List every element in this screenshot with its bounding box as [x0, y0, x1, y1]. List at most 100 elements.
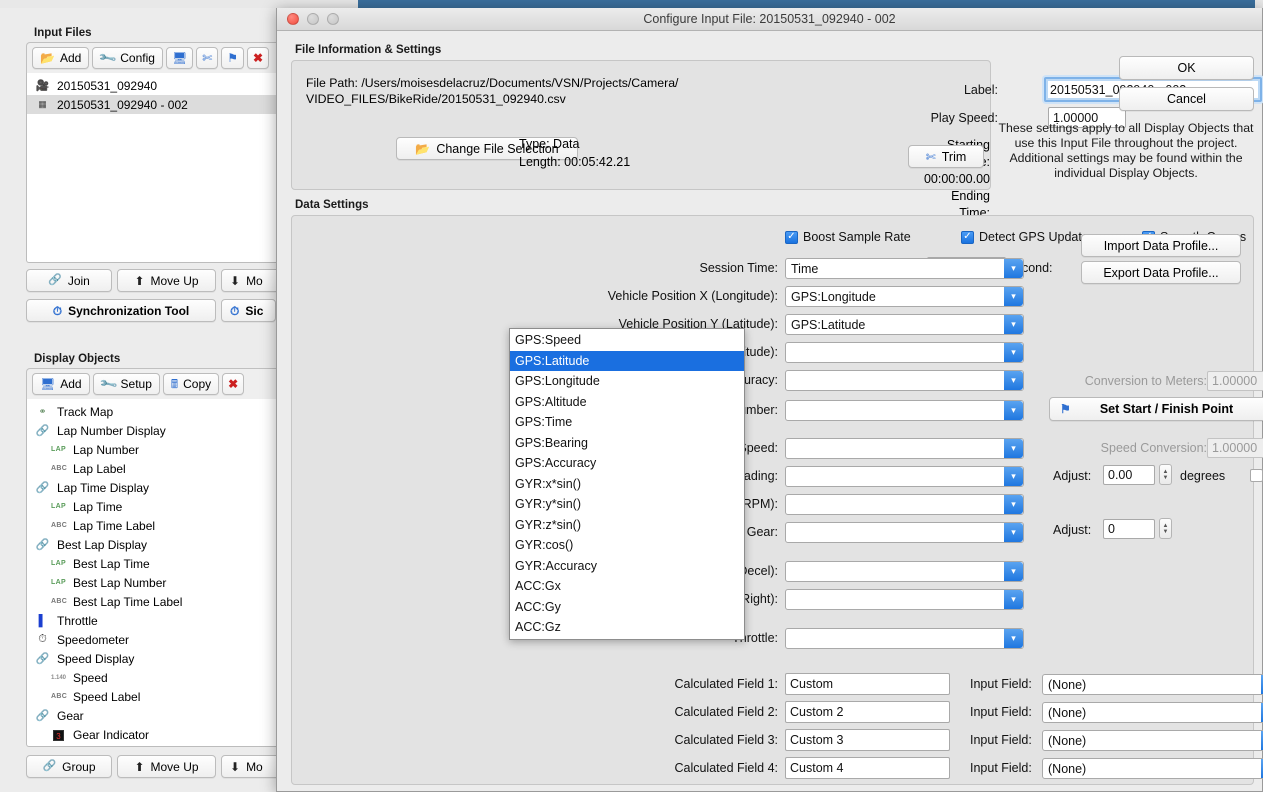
dropdown-option[interactable]: GPS:Time [510, 412, 744, 433]
dropdown-option[interactable]: ACC:Gz [510, 617, 744, 638]
input-field-label: Input Field: [970, 677, 1032, 691]
dropdown-option[interactable]: GPS:Altitude [510, 392, 744, 413]
list-item[interactable]: LAP Best Lap Number [27, 573, 281, 592]
field-dropdown-menu[interactable]: GPS:Speed GPS:Latitude GPS:Longitude GPS:Al… [509, 328, 745, 640]
dropdown-option[interactable]: GYR:x*sin() [510, 474, 744, 495]
synchronization-tool-button[interactable]: ⏱ Synchronization Tool [26, 299, 216, 322]
list-item[interactable]: ▦ 20150531_092940 - 002 [27, 95, 281, 114]
field-select[interactable]: ▾ [785, 522, 1024, 543]
field-select[interactable]: ▾ [785, 628, 1024, 649]
input-files-add-display-button[interactable]: 🖥 [165, 47, 194, 69]
dropdown-option[interactable]: GPS:Speed [510, 330, 744, 351]
conversion-to-meters-input[interactable]: 1.00000 [1207, 371, 1263, 391]
dropdown-option[interactable]: GYR:Accuracy [510, 556, 744, 577]
field-select[interactable]: ▾ [785, 466, 1024, 487]
list-item[interactable]: Gear Background [27, 744, 281, 746]
display-delete-button[interactable]: ✖ [222, 373, 245, 395]
input-file-name: 20150531_092940 [57, 78, 158, 93]
reverse-checkbox[interactable]: ✓ Reverse [1250, 468, 1263, 482]
display-move-down-button[interactable]: ⬇ Mo [221, 755, 281, 778]
display-object-label: Gear Indicator [73, 727, 150, 742]
list-item[interactable]: 🔗 Lap Time Display [27, 478, 281, 497]
input-field-select[interactable]: (None)▾ [1042, 730, 1263, 751]
list-item[interactable]: 3 Gear Indicator [27, 725, 281, 744]
field-select[interactable]: ▾ [785, 342, 1024, 363]
list-item[interactable]: ⚭ Track Map [27, 402, 281, 421]
calculated-field-name-input[interactable]: Custom 2 [785, 701, 950, 723]
dropdown-option[interactable]: GYR:y*sin() [510, 494, 744, 515]
field-select[interactable]: GPS:Latitude ▾ [785, 314, 1024, 335]
input-field-select[interactable]: (None)▾ [1042, 702, 1263, 723]
display-add-button[interactable]: 🖥 Add [32, 373, 90, 395]
list-item[interactable]: 🔗 Lap Number Display [27, 421, 281, 440]
input-files-add-button[interactable]: 📂 Add [32, 47, 90, 69]
dropdown-option[interactable]: GYR:z*sin() [510, 515, 744, 536]
input-field-select[interactable]: (None)▾ [1042, 758, 1263, 779]
list-item[interactable]: 🎥 20150531_092940 [27, 76, 281, 95]
group-button[interactable]: 🔗 Group [26, 755, 112, 778]
dropdown-option[interactable]: GPS:Accuracy [510, 453, 744, 474]
input-files-list[interactable]: 🎥 20150531_092940 ▦ 20150531_092940 - 00… [26, 73, 282, 263]
list-item[interactable]: 🔗 Best Lap Display [27, 535, 281, 554]
speed-conversion-input[interactable]: 1.00000 [1207, 438, 1263, 458]
input-files-delete-button[interactable]: ✖ [247, 47, 270, 69]
ok-button[interactable]: OK [1119, 56, 1254, 80]
add-display-icon: 🖥 [40, 377, 56, 391]
input-files-config-button[interactable]: 🔧 Config [92, 47, 163, 69]
input-files-startfinish-button[interactable]: ⚑ [221, 47, 245, 69]
field-select[interactable]: ▾ [785, 494, 1024, 515]
display-move-up-button[interactable]: ⬆ Move Up [117, 755, 216, 778]
dialog-titlebar[interactable]: Configure Input File: 20150531_092940 - … [277, 8, 1262, 31]
heading-adjust-input[interactable]: 0.00 [1103, 465, 1155, 485]
display-copy-button[interactable]: 🖩 Copy [162, 373, 220, 395]
calculated-field-name-input[interactable]: Custom [785, 673, 950, 695]
display-setup-button[interactable]: 🔧 Setup [92, 373, 160, 395]
dropdown-option[interactable]: ACC:Gy [510, 597, 744, 618]
list-item[interactable]: 🔗 Gear [27, 706, 281, 725]
dropdown-option[interactable]: GYR:cos() [510, 535, 744, 556]
field-select[interactable]: ▾ [785, 438, 1024, 459]
gear-adjust-input[interactable]: 0 [1103, 519, 1155, 539]
cancel-button[interactable]: Cancel [1119, 87, 1254, 111]
field-select[interactable]: ▾ [785, 589, 1024, 610]
heading-adjust-stepper[interactable]: ▲ ▼ [1159, 464, 1172, 485]
list-item[interactable]: ABC Speed Label [27, 687, 281, 706]
list-item[interactable]: 🔗 Speed Display [27, 649, 281, 668]
input-files-trim-button[interactable]: ✄ [196, 47, 219, 69]
import-data-profile-button[interactable]: Import Data Profile... [1081, 234, 1241, 257]
list-item[interactable]: LAP Lap Time [27, 497, 281, 516]
set-start-finish-point-button[interactable]: ⚑ Set Start / Finish Point [1049, 397, 1263, 421]
calculated-field-name-value: Custom 3 [790, 733, 844, 747]
field-select[interactable]: ▾ [785, 400, 1024, 421]
list-item[interactable]: 1.140 Speed [27, 668, 281, 687]
field-select[interactable]: Time ▾ [785, 258, 1024, 279]
list-item[interactable]: ABC Best Lap Time Label [27, 592, 281, 611]
export-data-profile-button[interactable]: Export Data Profile... [1081, 261, 1241, 284]
move-down-button[interactable]: ⬇ Mo [221, 269, 281, 292]
calculated-field-name-input[interactable]: Custom 3 [785, 729, 950, 751]
dropdown-option[interactable]: GPS:Bearing [510, 433, 744, 454]
dropdown-option[interactable]: GPS:Longitude [510, 371, 744, 392]
display-objects-list[interactable]: ⚭ Track Map 🔗 Lap Number Display LAP Lap Numb… [26, 399, 282, 747]
field-select[interactable]: ▾ [785, 561, 1024, 582]
dropdown-option[interactable]: GPS:Latitude [510, 350, 744, 371]
input-field-select[interactable]: (None)▾ [1042, 674, 1263, 695]
close-icon[interactable] [287, 13, 299, 25]
dropdown-option[interactable]: ACC:Gx [510, 576, 744, 597]
join-button[interactable]: 🔗 Join [26, 269, 112, 292]
side-tool-button[interactable]: ⏱ Sic [221, 299, 276, 322]
gear-adjust-stepper[interactable]: ▲ ▼ [1159, 518, 1172, 539]
list-item[interactable]: LAP Lap Number [27, 440, 281, 459]
list-item[interactable]: ▌ Throttle [27, 611, 281, 630]
calculated-field-name-input[interactable]: Custom 4 [785, 757, 950, 779]
move-up-button[interactable]: ⬆ Move Up [117, 269, 216, 292]
list-item[interactable]: ABC Lap Time Label [27, 516, 281, 535]
list-item[interactable]: LAP Best Lap Time [27, 554, 281, 573]
detect-gps-updates-checkbox[interactable]: ✓ Detect GPS Updates [961, 230, 1095, 244]
trim-button[interactable]: ✄ Trim [908, 145, 984, 168]
boost-sample-rate-checkbox[interactable]: ✓ Boost Sample Rate [785, 230, 911, 244]
list-item[interactable]: ⏱ Speedometer [27, 630, 281, 649]
list-item[interactable]: ABC Lap Label [27, 459, 281, 478]
field-select[interactable]: ▾ [785, 370, 1024, 391]
field-select[interactable]: GPS:Longitude ▾ [785, 286, 1024, 307]
